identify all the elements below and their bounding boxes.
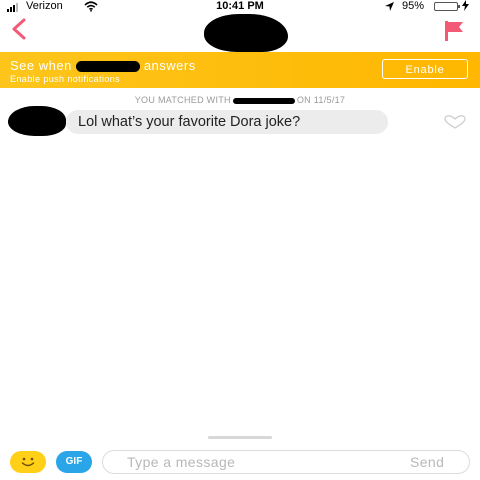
banner-title: See when answers — [10, 58, 196, 73]
battery-percent: 95% — [402, 0, 425, 12]
back-icon[interactable] — [10, 18, 28, 45]
flag-icon[interactable] — [444, 20, 464, 47]
push-notification-banner: See when answers Enable push notification… — [0, 52, 480, 88]
charging-icon — [462, 0, 469, 14]
nav-bar — [0, 14, 480, 52]
name-redaction — [232, 97, 295, 104]
name-redaction — [75, 61, 140, 73]
banner-title-after: answers — [143, 58, 196, 73]
sender-avatar-redacted[interactable] — [8, 106, 66, 136]
gif-button[interactable]: GIF — [56, 451, 92, 473]
matched-prefix: YOU MATCHED WITH — [134, 95, 231, 105]
smiley-icon — [21, 457, 35, 467]
banner-subtitle: Enable push notifications — [10, 74, 121, 84]
heart-icon[interactable] — [444, 115, 466, 134]
home-indicator — [208, 436, 272, 439]
location-arrow-icon — [384, 1, 395, 15]
matched-suffix: ON 11/5/17 — [296, 95, 346, 105]
banner-title-before: See when — [10, 58, 72, 73]
message-bubble: Lol what’s your favorite Dora joke? — [66, 110, 388, 134]
match-date-label: YOU MATCHED WITH ON 11/5/17 — [0, 95, 480, 105]
match-avatar-redacted[interactable] — [204, 14, 288, 52]
battery-icon — [434, 2, 460, 11]
send-button[interactable]: Send — [410, 454, 444, 470]
emoji-button[interactable] — [10, 451, 46, 473]
enable-button[interactable]: Enable — [382, 59, 468, 79]
status-bar: Verizon 10:41 PM 95% — [0, 0, 480, 14]
